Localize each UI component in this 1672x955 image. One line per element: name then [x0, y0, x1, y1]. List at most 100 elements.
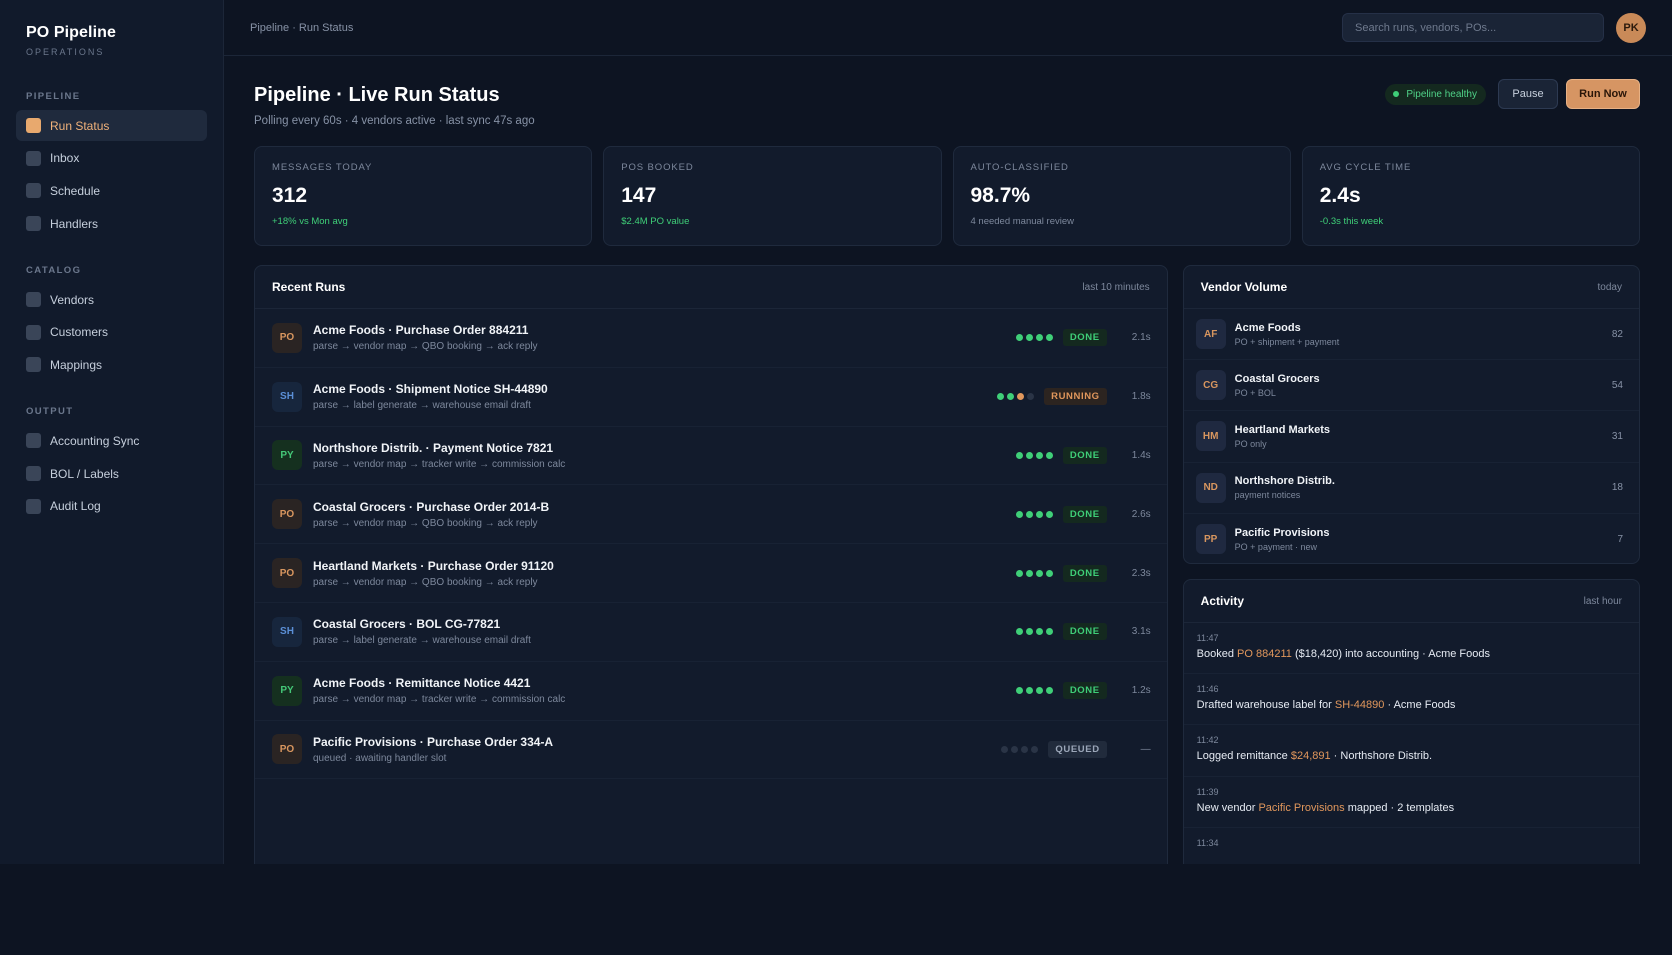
sidebar-item-inbox[interactable]: Inbox [16, 143, 207, 174]
list-item[interactable]: HM Heartland Markets PO only 31 [1183, 411, 1639, 463]
recent-runs-panel: Recent Runs last 10 minutes PO Acme Foods… [254, 265, 1168, 864]
vendor-sub: PO + payment · new [1234, 541, 1317, 552]
table-row[interactable]: PO Pacific Provisions · Purchase Order 33… [255, 721, 1167, 780]
activity-link[interactable]: $24,891 [1291, 750, 1331, 762]
run-steps: parse → vendor map → QBO booking → ack r… [313, 341, 538, 353]
run-title: Coastal Grocers · Purchase Order 2014-B [313, 499, 550, 514]
vendor-sub: payment notices [1234, 490, 1301, 501]
activity-time: 11:34 [1196, 837, 1219, 848]
step-dot-icon [1045, 334, 1053, 342]
vendor-avatar: CG [1195, 370, 1226, 401]
run-duration: 2.1s [1131, 332, 1151, 344]
vendor-text: Coastal Grocers PO + BOL [1235, 373, 1320, 398]
vendor-sub: PO + BOL [1234, 387, 1276, 398]
status-badge: DONE [1062, 446, 1107, 464]
activity-text: New vendor Pacific Provisions mapped · 2… [1197, 802, 1625, 814]
step-dot-icon [1011, 745, 1019, 753]
nav-square-icon [26, 324, 41, 340]
nav-square-icon [26, 183, 41, 199]
run-text: Pacific Provisions · Purchase Order 334-… [313, 735, 998, 764]
activity-text-part: · Northshore Distrib. [1330, 750, 1433, 763]
page-header: Pipeline · Live Run Status Polling every… [254, 79, 1640, 127]
sidebar-item-run-status[interactable]: Run Status [16, 110, 207, 141]
step-dot-icon [1025, 510, 1033, 518]
table-row[interactable]: PO Acme Foods · Purchase Order 884211 pars… [255, 309, 1167, 368]
run-steps: parse → vendor map → tracker write → com… [313, 694, 566, 706]
step-dot-icon [1015, 687, 1023, 695]
sidebar-item-label: Vendors [50, 292, 95, 307]
avatar[interactable]: PK [1616, 12, 1646, 43]
activity-text-part: ($18,420) into accounting · Acme Foods [1291, 648, 1491, 660]
table-row[interactable]: SH Coastal Grocers · BOL CG-77821 parse → … [255, 603, 1167, 662]
sidebar-item-bol-labels[interactable]: BOL / Labels [16, 458, 207, 489]
run-progress [1013, 334, 1053, 342]
vendor-name: Heartland Markets [1234, 423, 1331, 436]
sidebar-item-handlers[interactable]: Handlers [16, 208, 207, 239]
sidebar-item-schedule[interactable]: Schedule [16, 175, 207, 206]
nav-square-icon [26, 216, 41, 232]
vendor-list: AF Acme Foods PO + shipment + payment 82 CG C… [1183, 309, 1639, 565]
main-area: Pipeline · Run Status PK Pipeline · Live… [224, 0, 1672, 864]
nav-square-icon [26, 433, 41, 449]
step-dot-icon [1015, 510, 1023, 518]
table-row[interactable]: PY Acme Foods · Remittance Notice 4421 par… [255, 662, 1167, 721]
sidebar-item-mappings[interactable]: Mappings [16, 349, 207, 380]
list-item[interactable]: CG Coastal Grocers PO + BOL 54 [1183, 360, 1639, 412]
activity-text: Logged remittance $24,891 · Northshore D… [1197, 750, 1625, 762]
activity-item: 11:34 [1184, 828, 1639, 864]
activity-text: Drafted warehouse label for SH-44890 · A… [1197, 699, 1625, 711]
activity-link[interactable]: SH-44890 [1335, 699, 1385, 711]
table-row[interactable]: PO Coastal Grocers · Purchase Order 2014-… [255, 485, 1167, 545]
nav-square-icon [26, 498, 41, 514]
activity-text-part: mapped · 2 templates [1344, 801, 1455, 814]
table-row[interactable]: PO Heartland Markets · Purchase Order 911… [255, 544, 1167, 603]
table-row[interactable]: PY Northshore Distrib. · Payment Notice 7… [255, 427, 1167, 486]
vendor-name: Acme Foods [1234, 321, 1301, 334]
stat-note: +18% vs Mon avg [272, 216, 348, 227]
run-progress [994, 393, 1035, 401]
step-dot-icon [1045, 451, 1053, 459]
vendor-count: 18 [1611, 482, 1623, 494]
sidebar-item-audit-log[interactable]: Audit Log [16, 491, 207, 522]
run-progress [1013, 687, 1053, 695]
sidebar-item-vendors[interactable]: Vendors [16, 284, 207, 315]
list-item[interactable]: ND Northshore Distrib. payment notices 18 [1183, 463, 1639, 514]
table-row[interactable]: SH Acme Foods · Shipment Notice SH-44890 p… [255, 368, 1167, 427]
panel-title: Recent Runs [272, 280, 346, 294]
activity-link[interactable]: PO 884211 [1237, 648, 1292, 660]
run-title: Acme Foods · Purchase Order 884211 [313, 323, 529, 338]
stat-label: POS BOOKED [621, 162, 694, 173]
run-text: Acme Foods · Shipment Notice SH-44890 par… [313, 382, 994, 411]
run-steps: parse → vendor map → QBO booking → ack r… [313, 517, 538, 529]
run-text: Coastal Grocers · Purchase Order 2014-B p… [313, 500, 1013, 529]
sidebar-item-label: Customers [50, 325, 109, 340]
list-item[interactable]: PP Pacific Provisions PO + payment · new 7 [1184, 514, 1639, 565]
step-dot-icon [1045, 687, 1053, 695]
sidebar-item-accounting-sync[interactable]: Accounting Sync [16, 425, 207, 456]
panel-header: Recent Runs last 10 minutes [255, 266, 1167, 309]
panel-meta: last 10 minutes [1082, 281, 1150, 293]
step-dot-icon [1035, 510, 1043, 518]
run-now-button[interactable]: Run Now [1566, 79, 1640, 109]
page-title: Pipeline · Live Run Status [254, 84, 500, 106]
activity-text-part: · Acme Foods [1384, 699, 1456, 712]
nav-section-title: PIPELINE [26, 91, 81, 102]
activity-link[interactable]: Pacific Provisions [1258, 802, 1344, 814]
step-dot-icon [1045, 510, 1053, 518]
run-duration: 1.8s [1131, 391, 1151, 403]
vendor-count: 7 [1617, 533, 1623, 545]
panel-title: Vendor Volume [1200, 280, 1288, 294]
run-duration: 1.2s [1131, 685, 1151, 697]
search-input[interactable] [1342, 13, 1604, 42]
run-steps: queued · awaiting handler slot [313, 752, 447, 764]
list-item[interactable]: AF Acme Foods PO + shipment + payment 82 [1183, 309, 1639, 361]
vendor-avatar: PP [1195, 524, 1226, 555]
pause-button[interactable]: Pause [1498, 79, 1558, 109]
step-dot-icon [1035, 569, 1043, 577]
activity-item: 11:46 Drafted warehouse label for SH-4489… [1183, 674, 1639, 726]
activity-text: Booked PO 884211 ($18,420) into accounti… [1197, 648, 1625, 660]
run-progress [1013, 569, 1053, 577]
run-text: Acme Foods · Remittance Notice 4421 parse… [313, 676, 1013, 705]
run-title: Pacific Provisions · Purchase Order 334-… [313, 734, 554, 749]
sidebar-item-customers[interactable]: Customers [16, 317, 207, 348]
